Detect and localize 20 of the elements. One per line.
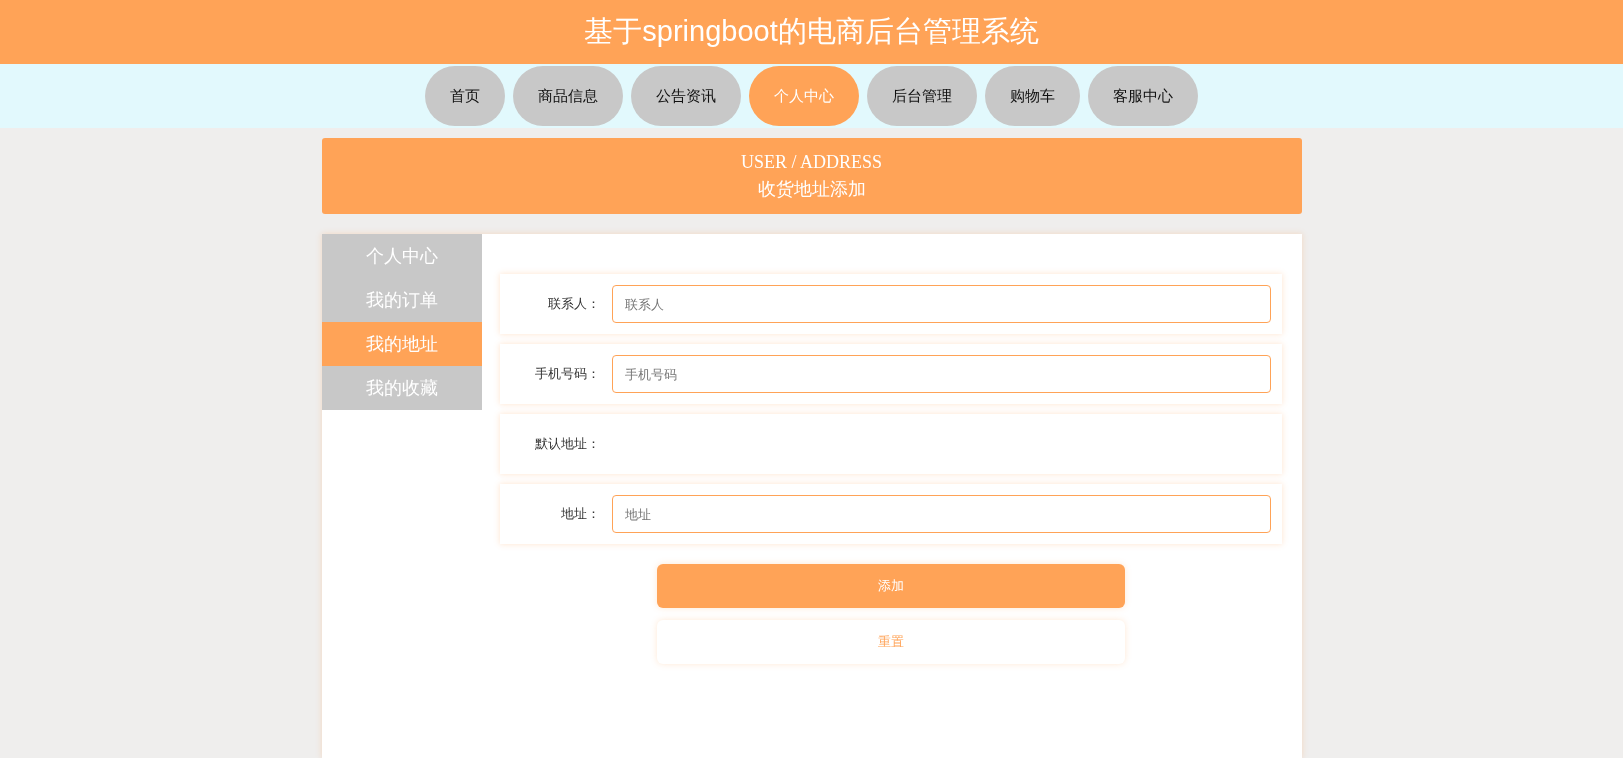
- input-field[interactable]: 地址: [611, 495, 1271, 533]
- add-button[interactable]: 添加: [656, 564, 1125, 608]
- banner-subtitle: USER / ADDRESS: [740, 151, 882, 173]
- nav-tab[interactable]: 客服中心: [1088, 66, 1198, 126]
- nav-tab[interactable]: 个人中心: [749, 66, 859, 126]
- nav-tab[interactable]: 后台管理: [867, 66, 977, 126]
- field-label: 地址：: [559, 505, 600, 523]
- input-field[interactable]: 手机号码: [611, 355, 1271, 393]
- banner-title: 收货地址添加: [757, 177, 866, 201]
- nav-tab[interactable]: 首页: [425, 66, 505, 126]
- nav-tab[interactable]: 商品信息: [513, 66, 623, 126]
- reset-button[interactable]: 重置: [656, 620, 1125, 664]
- field-label: 手机号码：: [533, 365, 600, 383]
- input-field[interactable]: 联系人: [611, 285, 1271, 323]
- sidebar-item[interactable]: 我的地址: [321, 322, 482, 366]
- field-label: 默认地址：: [533, 435, 600, 453]
- nav-tab[interactable]: 公告资讯: [631, 66, 741, 126]
- site-title: 基于springboot的电商后台管理系统: [584, 14, 1039, 49]
- field-label: 联系人：: [546, 295, 600, 313]
- nav-tab[interactable]: 购物车: [985, 66, 1080, 126]
